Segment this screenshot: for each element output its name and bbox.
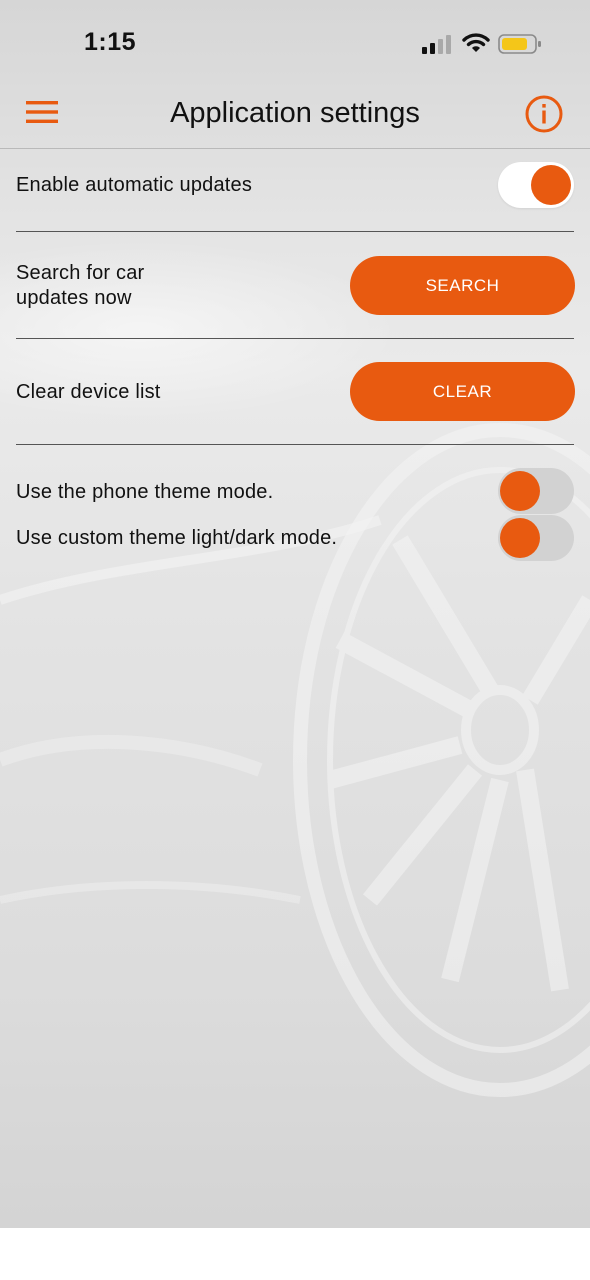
toggle-knob — [531, 165, 571, 205]
toggle-knob — [500, 518, 540, 558]
divider — [16, 338, 574, 339]
search-updates-label: Search for car updates now — [16, 261, 144, 311]
home-indicator-area — [0, 1228, 590, 1280]
page-title: Application settings — [170, 97, 420, 129]
clear-button[interactable]: CLEAR — [350, 362, 575, 421]
divider — [16, 444, 574, 445]
app-screen: 1:15 Application settings Enable automat… — [0, 0, 590, 1228]
cellular-signal-icon — [422, 35, 451, 54]
search-button[interactable]: SEARCH — [350, 256, 575, 315]
battery-icon — [498, 34, 541, 54]
custom-theme-label: Use custom theme light/dark mode. — [16, 527, 338, 549]
custom-theme-toggle[interactable] — [498, 515, 574, 561]
status-bar: 1:15 — [0, 0, 590, 80]
wifi-icon — [462, 33, 490, 52]
phone-theme-label: Use the phone theme mode. — [16, 481, 274, 503]
navigation-bar: Application settings — [0, 80, 590, 149]
toggle-knob — [500, 471, 540, 511]
info-circle-icon[interactable] — [524, 94, 564, 134]
auto-updates-toggle[interactable] — [498, 162, 574, 208]
divider — [16, 231, 574, 232]
clear-devices-label: Clear device list — [16, 381, 161, 403]
search-updates-label-line2: updates now — [16, 287, 132, 309]
auto-updates-label: Enable automatic updates — [16, 174, 253, 196]
phone-theme-toggle[interactable] — [498, 468, 574, 514]
search-updates-label-line1: Search for car — [16, 262, 145, 284]
status-time: 1:15 — [84, 28, 137, 56]
